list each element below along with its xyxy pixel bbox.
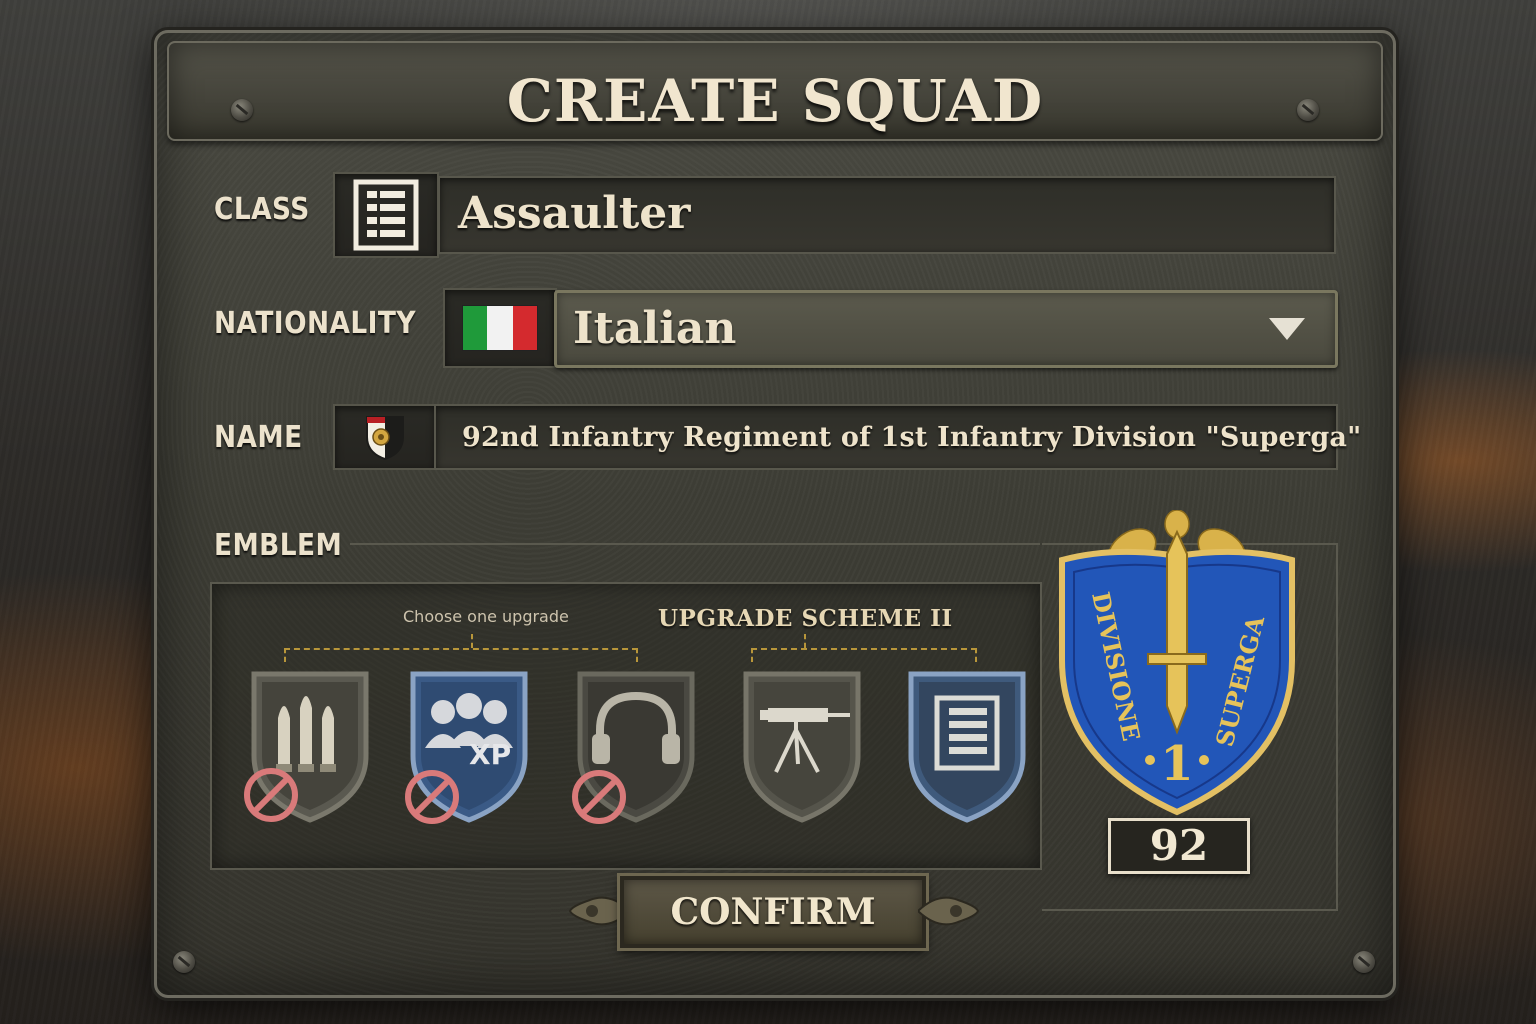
italian-flag-icon — [462, 305, 538, 351]
upgrade-machine-gun[interactable] — [740, 668, 864, 824]
screw-icon — [1353, 951, 1375, 973]
divider — [350, 543, 1040, 545]
screw-icon — [173, 951, 195, 973]
nationality-value: Italian — [573, 303, 737, 354]
right-ornament-icon — [918, 896, 980, 926]
regiment-number-field[interactable]: 92 — [1108, 818, 1250, 874]
dialog-title: CREATE SQUAD — [506, 67, 1044, 135]
title-bar: CREATE SQUAD — [167, 41, 1383, 141]
name-label: NAME — [214, 420, 303, 455]
upgrade-ammo[interactable] — [244, 668, 372, 824]
division-emblem: DIVISIONE SUPERGA 1 — [1054, 509, 1300, 820]
name-icon-box — [333, 404, 437, 470]
class-field: Assaulter — [438, 176, 1336, 254]
upgrade-squad-xp[interactable]: XP — [405, 668, 531, 824]
locked-icon — [244, 768, 298, 822]
xp-badge: XP — [469, 738, 512, 771]
upgrade-hint: Choose one upgrade — [403, 607, 569, 626]
name-field[interactable]: 92nd Infantry Regiment of 1st Infantry D… — [434, 404, 1361, 470]
upgrade-group-bracket-stem — [804, 634, 806, 648]
chevron-down-icon — [1269, 318, 1305, 340]
upgrade-scheme-title: UPGRADE SCHEME II — [658, 605, 953, 632]
screw-icon — [231, 99, 253, 121]
emblem-center-number: 1 — [1160, 736, 1193, 792]
upgrade-group-bracket-stem — [471, 634, 473, 648]
upgrade-assaulter[interactable] — [905, 668, 1029, 824]
machine-gun-icon — [743, 671, 861, 823]
nationality-dropdown[interactable]: Italian — [554, 290, 1338, 368]
upgrade-group-bracket — [284, 648, 638, 662]
nationality-flag-box — [443, 288, 557, 368]
upgrade-group-bracket — [751, 648, 977, 662]
locked-icon — [405, 770, 459, 824]
name-value: 92nd Infantry Regiment of 1st Infantry D… — [462, 422, 1362, 453]
assaulter-class-icon — [353, 179, 419, 251]
assaulter-class-icon — [908, 671, 1026, 823]
upgrade-headset[interactable] — [572, 668, 698, 824]
regiment-crest-icon — [366, 416, 404, 461]
locked-icon — [572, 770, 626, 824]
screw-icon — [1297, 99, 1319, 121]
confirm-button[interactable]: CONFIRM — [617, 873, 929, 951]
division-superga-emblem-icon: DIVISIONE SUPERGA 1 — [1059, 509, 1295, 816]
nationality-label: NATIONALITY — [214, 306, 416, 341]
emblem-label: EMBLEM — [214, 528, 343, 563]
class-label: CLASS — [214, 192, 310, 227]
class-icon-box — [333, 172, 439, 258]
class-value: Assaulter — [458, 188, 691, 239]
